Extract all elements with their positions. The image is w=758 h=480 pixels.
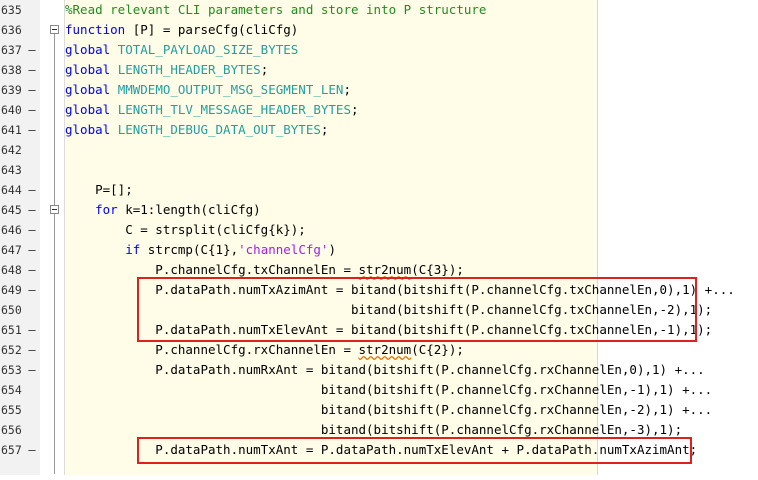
code-line[interactable]: 646– C = strsplit(cliCfg{k}); <box>0 220 758 240</box>
code-text[interactable]: global LENGTH_HEADER_BYTES; <box>65 60 268 80</box>
line-number: 653 <box>1 363 22 377</box>
line-number: 644 <box>1 183 22 197</box>
breakpoint-marker[interactable]: – <box>27 340 37 360</box>
breakpoint-marker[interactable]: – <box>27 180 37 200</box>
breakpoint-marker[interactable]: – <box>27 360 37 380</box>
code-text[interactable]: bitand(bitshift(P.channelCfg.rxChannelEn… <box>65 380 712 400</box>
breakpoint-marker[interactable]: – <box>27 220 37 240</box>
code-line[interactable]: 655 bitand(bitshift(P.channelCfg.rxChann… <box>0 400 758 420</box>
code-text[interactable]: global TOTAL_PAYLOAD_SIZE_BYTES <box>65 40 298 60</box>
code-text[interactable]: P=[]; <box>65 180 133 200</box>
code-line[interactable]: 637– global TOTAL_PAYLOAD_SIZE_BYTES <box>0 40 758 60</box>
code-text[interactable]: global MMWDEMO_OUTPUT_MSG_SEGMENT_LEN; <box>65 80 351 100</box>
line-number: 638 <box>1 63 22 77</box>
code-text[interactable]: global LENGTH_DEBUG_DATA_OUT_BYTES; <box>65 120 328 140</box>
breakpoint-marker[interactable]: – <box>27 80 37 100</box>
breakpoint-marker[interactable]: – <box>27 200 37 220</box>
line-number: 642 <box>1 143 22 157</box>
code-text[interactable]: P.dataPath.numRxAnt = bitand(bitshift(P.… <box>65 360 704 380</box>
line-number: 656 <box>1 423 22 437</box>
line-number: 637 <box>1 43 22 57</box>
line-number: 646 <box>1 223 22 237</box>
line-number: 650 <box>1 303 22 317</box>
code-line[interactable]: 644– P=[]; <box>0 180 758 200</box>
code-text[interactable]: %Read relevant CLI parameters and store … <box>65 0 486 20</box>
code-text[interactable]: C = strsplit(cliCfg{k}); <box>65 220 306 240</box>
code-text[interactable]: global LENGTH_TLV_MESSAGE_HEADER_BYTES; <box>65 100 359 120</box>
line-number: 648 <box>1 263 22 277</box>
code-text[interactable]: for k=1:length(cliCfg) <box>65 200 261 220</box>
code-line[interactable]: 654 bitand(bitshift(P.channelCfg.rxChann… <box>0 380 758 400</box>
line-number: 640 <box>1 103 22 117</box>
code-text[interactable]: function [P] = parseCfg(cliCfg) <box>65 20 298 40</box>
line-number: 655 <box>1 403 22 417</box>
breakpoint-marker[interactable]: – <box>27 260 37 280</box>
breakpoint-marker[interactable]: – <box>27 120 37 140</box>
breakpoint-marker[interactable]: – <box>27 240 37 260</box>
code-line[interactable]: 635 %Read relevant CLI parameters and sto… <box>0 0 758 20</box>
code-line[interactable]: 652– P.channelCfg.rxChannelEn = str2num(… <box>0 340 758 360</box>
line-number: 651 <box>1 323 22 337</box>
line-number: 643 <box>1 163 22 177</box>
line-number: 639 <box>1 83 22 97</box>
line-number: 652 <box>1 343 22 357</box>
code-line[interactable]: 653– P.dataPath.numRxAnt = bitand(bitshi… <box>0 360 758 380</box>
code-text[interactable]: bitand(bitshift(P.channelCfg.rxChannelEn… <box>65 400 712 420</box>
code-line[interactable]: 638– global LENGTH_HEADER_BYTES; <box>0 60 758 80</box>
breakpoint-marker[interactable]: – <box>27 280 37 300</box>
code-text[interactable]: if strcmp(C{1},'channelCfg') <box>65 240 336 260</box>
breakpoint-marker[interactable]: – <box>27 100 37 120</box>
code-line[interactable]: 643 <box>0 160 758 180</box>
code-line[interactable]: 642 <box>0 140 758 160</box>
breakpoint-marker[interactable]: – <box>27 440 37 460</box>
breakpoint-marker[interactable]: – <box>27 60 37 80</box>
line-number: 635 <box>1 3 22 17</box>
code-line[interactable]: 639– global MMWDEMO_OUTPUT_MSG_SEGMENT_LE… <box>0 80 758 100</box>
line-number: 636 <box>1 23 22 37</box>
highlight-box-tx-antennas <box>137 277 697 342</box>
code-line[interactable]: 636 function [P] = parseCfg(cliCfg) <box>0 20 758 40</box>
line-number: 657 <box>1 443 22 457</box>
code-text[interactable]: P.channelCfg.rxChannelEn = str2num(C{2})… <box>65 340 464 360</box>
breakpoint-marker[interactable]: – <box>27 40 37 60</box>
highlight-box-num-tx-ant <box>137 437 692 464</box>
code-line[interactable]: 641– global LENGTH_DEBUG_DATA_OUT_BYTES; <box>0 120 758 140</box>
breakpoint-marker[interactable]: – <box>27 320 37 340</box>
line-number: 654 <box>1 383 22 397</box>
line-number: 645 <box>1 203 22 217</box>
code-line[interactable]: 645– for k=1:length(cliCfg) <box>0 200 758 220</box>
line-number: 641 <box>1 123 22 137</box>
line-number: 649 <box>1 283 22 297</box>
line-number: 647 <box>1 243 22 257</box>
code-editor[interactable]: 635 %Read relevant CLI parameters and sto… <box>0 0 758 475</box>
code-line[interactable]: 647– if strcmp(C{1},'channelCfg') <box>0 240 758 260</box>
code-line[interactable]: 640– global LENGTH_TLV_MESSAGE_HEADER_BYT… <box>0 100 758 120</box>
